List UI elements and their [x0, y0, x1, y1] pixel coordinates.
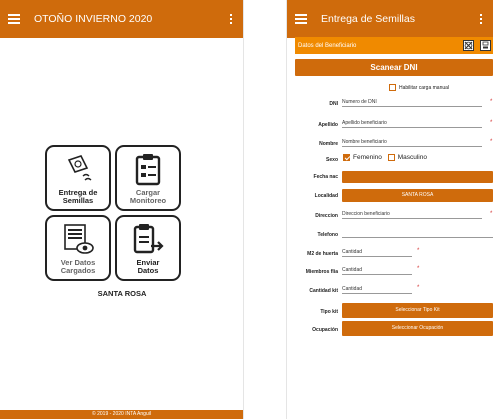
app-title: OTOÑO INVIERNO 2020 — [34, 13, 153, 25]
required-mark: * — [417, 266, 420, 272]
tile-label-line: Cargados — [60, 266, 96, 275]
masculino-checkbox[interactable] — [387, 154, 395, 161]
required-mark: * — [490, 120, 493, 126]
cantidad-kit-field[interactable]: Cantidad — [342, 285, 412, 294]
cargar-monitoreo-button[interactable]: Cargar Monitoreo — [115, 145, 181, 211]
main-menu-screen: OTOÑO INVIERNO 2020 Entrega de Semillas — [0, 0, 244, 419]
more-options-icon[interactable] — [230, 14, 233, 24]
section-header: Datos del Beneficiario — [295, 37, 493, 54]
m2-huerta-field[interactable]: Cantidad — [342, 248, 412, 257]
miembros-flia-field[interactable]: Cantidad — [342, 266, 412, 275]
nombre-field[interactable]: Nombre beneficiario — [342, 138, 482, 147]
femenino-checkbox[interactable] — [343, 154, 350, 161]
dni-label: DNI — [329, 101, 338, 107]
nombre-label: Nombre — [319, 141, 338, 147]
save-icon[interactable] — [480, 40, 491, 51]
fecha-nac-label: Fecha nac — [313, 174, 338, 180]
localidad-selector[interactable]: SANTA ROSA — [342, 189, 493, 202]
menu-icon[interactable] — [295, 14, 307, 24]
required-mark: * — [490, 211, 493, 217]
tile-label: Enviar Datos — [117, 259, 179, 275]
cantidad-kit-label: Cantidad kit — [309, 288, 338, 294]
tile-label: Entrega de Semillas — [47, 189, 109, 205]
fecha-nac-picker[interactable] — [342, 171, 493, 183]
seed-delivery-form-screen: Entrega de Semillas Datos del Beneficiar… — [286, 0, 493, 419]
apellido-label: Apellido — [318, 122, 338, 128]
checkbox-label: Habilitar carga manual — [399, 84, 450, 91]
localidad-label: Localidad — [314, 193, 338, 199]
tile-label-line: Datos — [137, 266, 159, 275]
ver-datos-cargados-button[interactable]: Ver Datos Cargados — [45, 215, 111, 281]
tipo-kit-button[interactable]: Seleccionar Tipo Kit — [342, 303, 493, 318]
tile-label-line: Monitoreo — [129, 196, 167, 205]
send-clipboard-icon — [133, 224, 164, 254]
required-mark: * — [417, 285, 420, 291]
sexo-label: Sexo — [326, 157, 338, 163]
city-label: SANTA ROSA — [97, 289, 147, 298]
document-view-icon — [64, 224, 94, 254]
tile-label: Cargar Monitoreo — [117, 189, 179, 205]
scan-dni-button[interactable]: Scanear DNI — [295, 59, 493, 76]
section-title: Datos del Beneficiario — [298, 42, 357, 49]
tile-label: Ver Datos Cargados — [47, 259, 109, 275]
miembros-flia-label: Miembros flia — [305, 269, 338, 275]
direccion-label: Direccion — [315, 213, 338, 219]
clear-icon[interactable] — [463, 40, 474, 51]
manual-entry-checkbox[interactable]: Habilitar carga manual — [389, 84, 449, 91]
more-options-icon[interactable] — [480, 14, 483, 24]
femenino-label: Femenino — [353, 154, 382, 162]
entrega-semillas-button[interactable]: Entrega de Semillas — [45, 145, 111, 211]
menu-icon[interactable] — [8, 14, 20, 24]
required-mark: * — [417, 248, 420, 254]
footer: © 2019 - 2020 INTA Anguil — [0, 410, 243, 419]
tile-label-line: Semillas — [62, 196, 94, 205]
ocupacion-label: Ocupación — [312, 327, 338, 333]
sexo-options: Femenino Masculino — [343, 154, 427, 161]
app-bar: Entrega de Semillas — [287, 0, 493, 38]
masculino-label: Masculino — [397, 154, 427, 162]
app-title: Entrega de Semillas — [321, 13, 415, 25]
tipo-kit-label: Tipo kit — [320, 309, 338, 315]
apellido-field[interactable]: Apellido beneficiario — [342, 119, 482, 128]
dni-field[interactable]: Numero de DNI — [342, 98, 482, 107]
telefono-field[interactable] — [342, 229, 493, 238]
telefono-label: Telefono — [317, 232, 338, 238]
seed-packet-icon — [67, 155, 92, 181]
required-mark: * — [490, 99, 493, 105]
enviar-datos-button[interactable]: Enviar Datos — [115, 215, 181, 281]
direccion-field[interactable]: Direccion beneficiario — [342, 210, 482, 219]
required-mark: * — [490, 139, 493, 145]
clipboard-icon — [135, 154, 161, 186]
ocupacion-button[interactable]: Seleccionar Ocupación — [342, 321, 493, 336]
app-bar: OTOÑO INVIERNO 2020 — [0, 0, 243, 38]
m2-huerta-label: M2 de huerta — [307, 251, 338, 257]
checkbox[interactable] — [389, 84, 396, 91]
